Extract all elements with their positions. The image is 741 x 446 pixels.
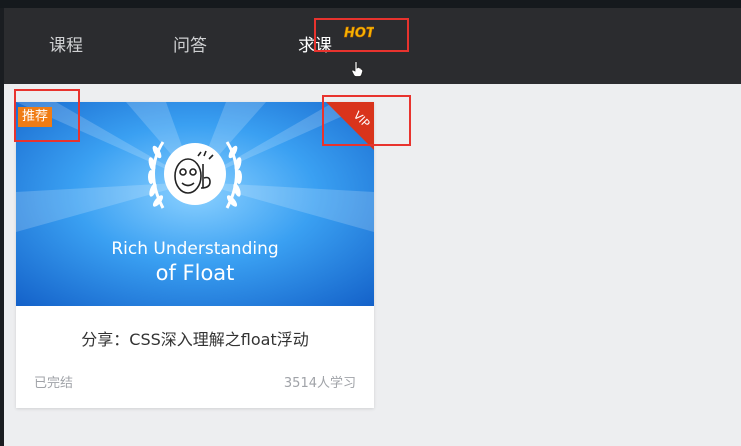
- cover-caption-line2: of Float: [156, 261, 235, 285]
- annotation-box-recommend: [14, 89, 80, 142]
- cover-caption-line1: Rich Understanding: [111, 239, 278, 259]
- course-title[interactable]: 分享：CSS深入理解之float浮动: [16, 328, 374, 352]
- course-status: 已完结: [34, 376, 74, 391]
- top-strip: [0, 0, 741, 8]
- nav-item-qa[interactable]: 问答: [173, 35, 207, 57]
- nav-item-courses[interactable]: 课程: [49, 35, 83, 57]
- hand-cursor-icon: [351, 61, 363, 77]
- annotation-box-hot: [314, 18, 409, 52]
- learner-count: 3514人学习: [283, 376, 356, 391]
- course-card[interactable]: Rich Understanding of Float VIP 推荐 分享：CS…: [16, 102, 374, 408]
- annotation-box-vip: [322, 95, 411, 146]
